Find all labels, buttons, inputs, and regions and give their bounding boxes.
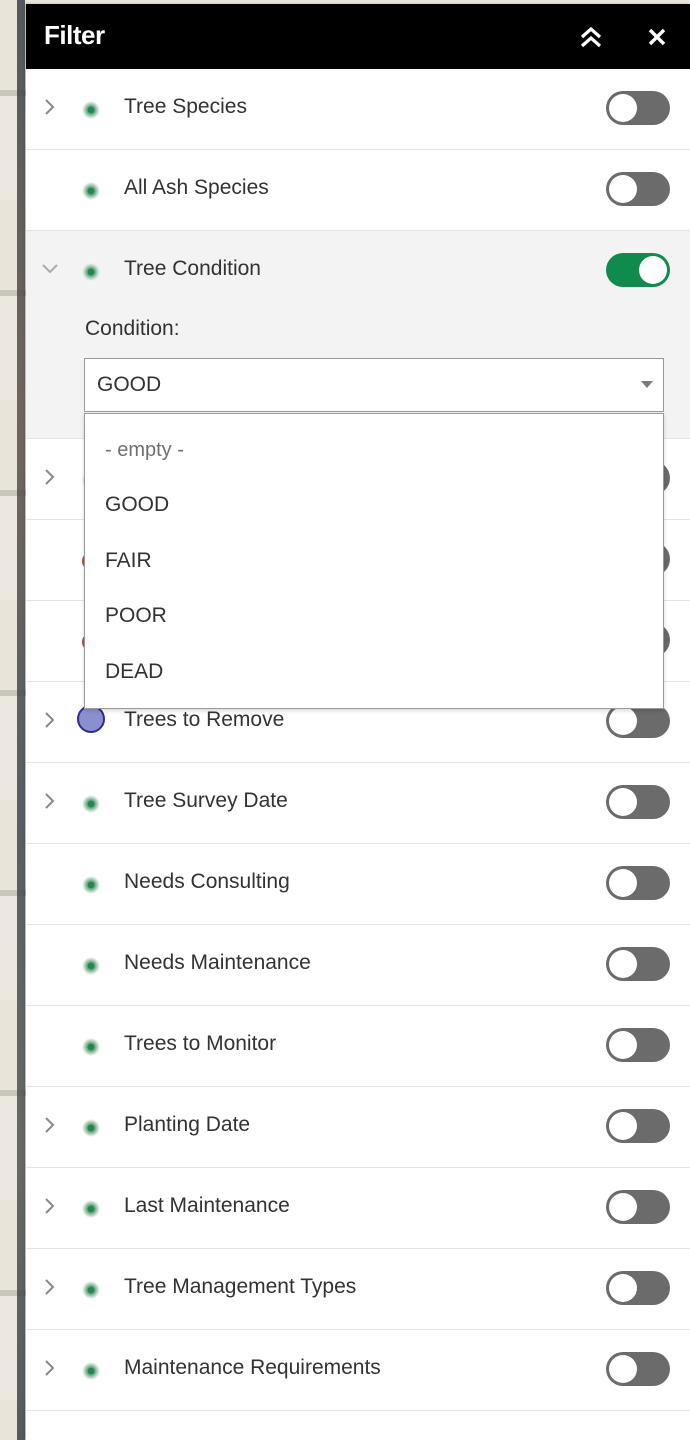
green-dot-icon bbox=[82, 1119, 100, 1137]
option-label: FAIR bbox=[105, 549, 152, 572]
option-good[interactable]: GOOD bbox=[85, 480, 663, 534]
green-dot-icon bbox=[82, 101, 100, 119]
filter-label: Maintenance Requirements bbox=[124, 1356, 381, 1379]
filter-row-tree-survey-date: Tree Survey Date bbox=[26, 763, 690, 844]
filter-row-needs-maintenance: Needs Maintenance bbox=[26, 925, 690, 1006]
chevron-right-icon[interactable] bbox=[42, 791, 58, 811]
double-chevron-up-icon bbox=[580, 26, 602, 48]
filter-label: Planting Date bbox=[124, 1113, 251, 1136]
panel-header: Filter bbox=[26, 4, 690, 69]
filter-toggle[interactable] bbox=[606, 866, 670, 900]
chevron-right-icon[interactable] bbox=[42, 1277, 58, 1297]
condition-field-label: Condition: bbox=[85, 317, 180, 340]
option-poor[interactable]: POOR bbox=[85, 591, 663, 645]
caret-down-icon bbox=[641, 381, 653, 388]
filter-toggle[interactable] bbox=[606, 1352, 670, 1386]
chevron-right-icon[interactable] bbox=[42, 1358, 58, 1378]
panel-title: Filter bbox=[44, 20, 105, 50]
collapse-panel-button[interactable] bbox=[576, 22, 606, 52]
filter-row-tree-management-types: Tree Management Types bbox=[26, 1249, 690, 1330]
green-dot-icon bbox=[82, 263, 100, 281]
filter-toggle[interactable] bbox=[606, 1028, 670, 1062]
filter-toggle[interactable] bbox=[606, 785, 670, 819]
filter-row-maintenance-requirements: Maintenance Requirements bbox=[26, 1330, 690, 1411]
filter-toggle[interactable] bbox=[606, 1271, 670, 1305]
filter-label: Needs Consulting bbox=[124, 870, 290, 893]
filter-row-tree-condition: Tree Condition Condition: GOOD bbox=[26, 231, 690, 439]
option-label: DEAD bbox=[105, 660, 164, 683]
green-dot-icon bbox=[82, 1362, 100, 1380]
chevron-down-icon[interactable] bbox=[42, 259, 58, 279]
green-dot-icon bbox=[82, 1200, 100, 1218]
filter-row-tree-species: Tree Species bbox=[26, 69, 690, 150]
filter-label: Tree Species bbox=[124, 95, 247, 118]
chevron-right-icon[interactable] bbox=[42, 1196, 58, 1216]
filter-row-all-ash-species: All Ash Species bbox=[26, 150, 690, 231]
filter-label: Last Maintenance bbox=[124, 1194, 290, 1217]
chevron-right-icon[interactable] bbox=[42, 97, 58, 117]
close-panel-button[interactable] bbox=[642, 22, 672, 52]
filter-toggle[interactable] bbox=[606, 704, 670, 738]
option-label: - empty - bbox=[105, 439, 184, 461]
green-dot-icon bbox=[82, 1038, 100, 1056]
condition-select-value: GOOD bbox=[97, 373, 162, 396]
option-dead[interactable]: DEAD bbox=[85, 647, 663, 701]
green-dot-icon bbox=[82, 957, 100, 975]
option-empty[interactable]: - empty - bbox=[85, 426, 663, 480]
chevron-right-icon[interactable] bbox=[42, 467, 58, 487]
filter-label: Tree Survey Date bbox=[124, 789, 288, 812]
filter-label: Tree Management Types bbox=[124, 1275, 357, 1298]
filter-row-trees-to-monitor: Trees to Monitor bbox=[26, 1006, 690, 1087]
filter-toggle[interactable] bbox=[606, 947, 670, 981]
chevron-right-icon[interactable] bbox=[42, 710, 58, 730]
purple-circle-icon bbox=[77, 705, 105, 733]
filter-row-planting-date: Planting Date bbox=[26, 1087, 690, 1168]
filter-panel: Filter Tree Species All Ash Species Tree… bbox=[26, 4, 690, 1440]
chevron-right-icon[interactable] bbox=[42, 1115, 58, 1135]
filter-row-needs-consulting: Needs Consulting bbox=[26, 844, 690, 925]
condition-select[interactable]: GOOD bbox=[84, 358, 664, 412]
map-edge bbox=[17, 0, 25, 1440]
filter-toggle[interactable] bbox=[606, 172, 670, 206]
green-dot-icon bbox=[82, 1281, 100, 1299]
close-icon bbox=[648, 28, 666, 46]
filter-label: Tree Condition bbox=[124, 257, 261, 280]
filter-toggle[interactable] bbox=[606, 253, 670, 287]
filter-label: All Ash Species bbox=[124, 176, 269, 199]
green-dot-icon bbox=[82, 182, 100, 200]
filter-toggle[interactable] bbox=[606, 91, 670, 125]
filter-toggle[interactable] bbox=[606, 1190, 670, 1224]
filter-row-last-maintenance: Last Maintenance bbox=[26, 1168, 690, 1249]
option-fair[interactable]: FAIR bbox=[85, 536, 663, 590]
green-dot-icon bbox=[82, 795, 100, 813]
filter-label: Trees to Remove bbox=[124, 708, 285, 731]
filter-label: Needs Maintenance bbox=[124, 951, 311, 974]
filter-toggle[interactable] bbox=[606, 1109, 670, 1143]
option-label: POOR bbox=[105, 604, 167, 627]
green-dot-icon bbox=[82, 876, 100, 894]
filter-label: Trees to Monitor bbox=[124, 1032, 277, 1055]
condition-options-list: - empty - GOOD FAIR POOR DEAD bbox=[84, 413, 664, 709]
option-label: GOOD bbox=[105, 493, 170, 516]
